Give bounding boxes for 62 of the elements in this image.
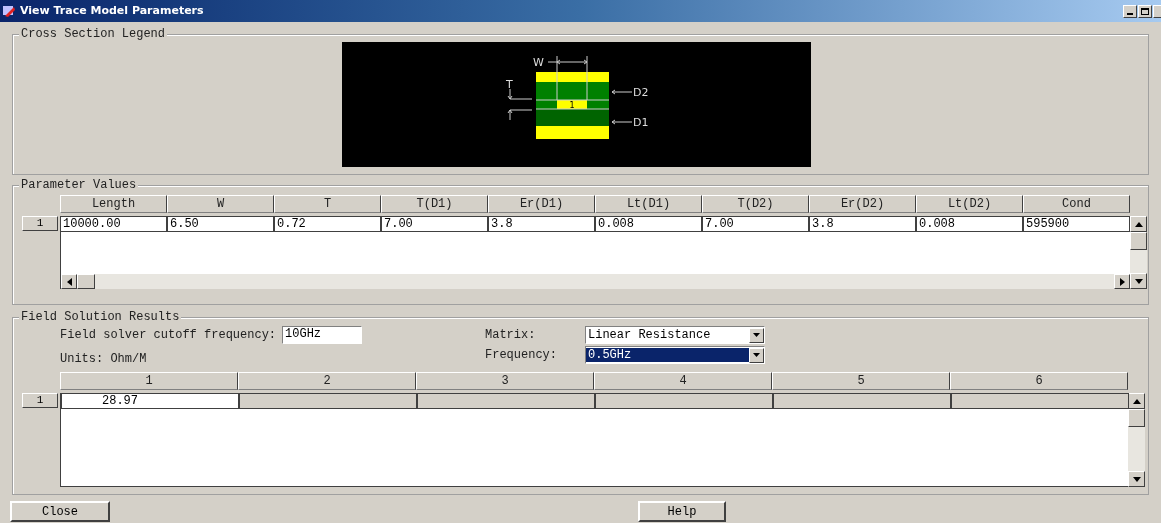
scroll-right-button[interactable] — [1114, 274, 1130, 289]
maximize-button[interactable] — [1138, 4, 1152, 18]
table-cell: 3.8 — [488, 216, 595, 232]
dropdown[interactable]: Linear Resistance — [585, 326, 765, 344]
table-cell: 0.72 — [274, 216, 381, 232]
table-cell: 0.008 — [595, 216, 702, 232]
close-button[interactable]: Close — [10, 501, 110, 522]
dropdown[interactable]: 0.5GHz — [585, 346, 765, 364]
row-header[interactable]: 1 — [22, 216, 58, 231]
dropdown-arrow-button[interactable] — [749, 327, 764, 343]
scroll-up-button[interactable] — [1130, 216, 1147, 232]
table-cell: 3.8 — [809, 216, 916, 232]
column-header[interactable]: Lt(D2) — [916, 195, 1023, 213]
help-button[interactable]: Help — [638, 501, 726, 522]
column-header[interactable]: Lt(D1) — [595, 195, 702, 213]
table-cell: 10000.00 — [60, 216, 167, 232]
table-cell: 7.00 — [702, 216, 809, 232]
column-header[interactable]: Er(D1) — [488, 195, 595, 213]
column-header[interactable]: Er(D2) — [809, 195, 916, 213]
cross-section-diagram: W T D2 D1 1 — [342, 42, 811, 167]
group-title: Cross Section Legend — [19, 26, 168, 42]
down-arrow-icon — [1134, 278, 1143, 284]
cutoff-field[interactable]: 10GHz — [282, 326, 363, 344]
column-header[interactable]: 2 — [238, 372, 416, 390]
cutoff-label: Field solver cutoff frequency: — [60, 327, 277, 344]
up-arrow-icon — [1132, 398, 1141, 404]
column-header[interactable]: Cond — [1023, 195, 1130, 213]
table-cell: 7.00 — [381, 216, 488, 232]
table-cell: 595900 — [1023, 216, 1130, 232]
column-header[interactable]: 6 — [950, 372, 1128, 390]
left-arrow-icon — [66, 277, 72, 286]
app-icon — [2, 4, 16, 18]
up-arrow-icon — [1134, 221, 1143, 227]
column-header[interactable]: 3 — [416, 372, 594, 390]
row-header[interactable]: 1 — [22, 393, 58, 408]
frequency-label: Frequency: — [485, 347, 558, 364]
table-cell: 6.50 — [167, 216, 274, 232]
minimize-button[interactable] — [1123, 4, 1137, 18]
column-header[interactable]: W — [167, 195, 274, 213]
dropdown-arrow-button[interactable] — [749, 347, 764, 363]
column-header[interactable]: Length — [60, 195, 167, 213]
column-header[interactable]: 4 — [594, 372, 772, 390]
down-arrow-icon — [1132, 476, 1141, 482]
scroll-down-button[interactable] — [1128, 471, 1145, 487]
window-title: View Trace Model Parameters — [20, 2, 204, 19]
column-header[interactable]: T(D2) — [702, 195, 809, 213]
units-label: Units: Ohm/M — [60, 351, 148, 368]
scroll-thumb[interactable] — [1130, 232, 1147, 250]
column-header[interactable]: 5 — [772, 372, 950, 390]
scroll-left-button[interactable] — [61, 274, 77, 289]
matrix-label: Matrix: — [485, 327, 537, 344]
caret-icon — [753, 333, 760, 337]
column-header[interactable]: T(D1) — [381, 195, 488, 213]
table-cell: 0.008 — [916, 216, 1023, 232]
column-header[interactable]: T — [274, 195, 381, 213]
caret-icon — [753, 353, 760, 357]
scroll-thumb[interactable] — [77, 274, 95, 289]
scroll-thumb[interactable] — [1128, 409, 1145, 427]
scroll-down-button[interactable] — [1130, 273, 1147, 289]
right-arrow-icon — [1119, 277, 1125, 286]
table-cell: 28.97 — [61, 393, 239, 409]
column-header[interactable]: 1 — [60, 372, 238, 390]
